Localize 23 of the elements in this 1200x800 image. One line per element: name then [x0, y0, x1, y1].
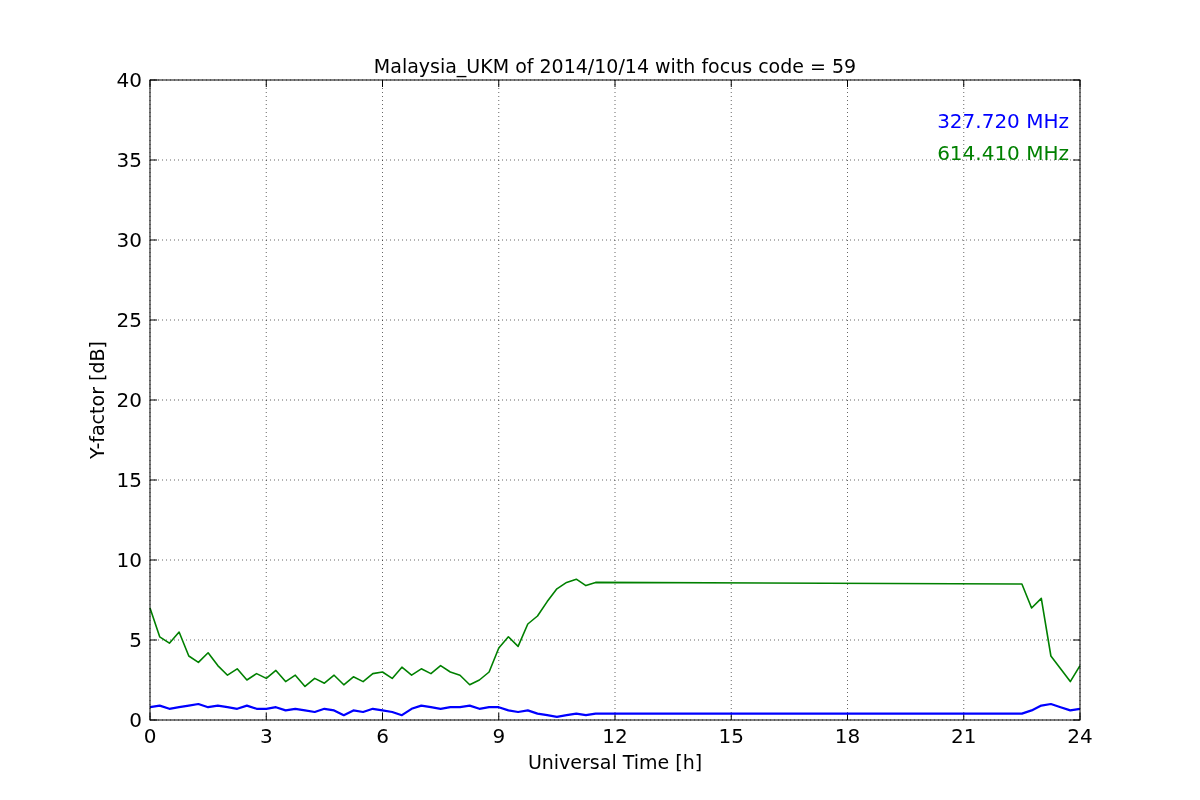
tick-label: 10	[116, 548, 142, 572]
tick-label: 15	[718, 724, 744, 748]
x-axis-label: Universal Time [h]	[527, 751, 703, 773]
tick-label: 6	[376, 724, 389, 748]
tick-label: 15	[116, 468, 142, 492]
tick-label: 40	[116, 68, 142, 92]
tick-label: 21	[951, 724, 977, 748]
tick-label: 5	[129, 628, 142, 652]
tick-label: 35	[116, 148, 142, 172]
tick-label: 25	[116, 308, 142, 332]
tick-label: 30	[116, 228, 142, 252]
tick-label: 9	[492, 724, 506, 748]
legend-label: 614.410 MHz	[937, 141, 1069, 165]
tick-label: 20	[116, 388, 142, 412]
tick-label: 12	[602, 724, 628, 748]
tick-label: 3	[259, 724, 273, 748]
tick-label: 18	[834, 724, 861, 748]
chart-title: Malaysia_UKM of 2014/10/14 with focus code = 59	[373, 55, 857, 77]
tick-label: 0	[143, 724, 157, 748]
tick-label: 0	[129, 708, 142, 732]
legend-label: 327.720 MHz	[937, 109, 1069, 133]
y-axis-label: Y-factor [dB]	[86, 341, 108, 459]
tick-label: 24	[1067, 724, 1093, 748]
